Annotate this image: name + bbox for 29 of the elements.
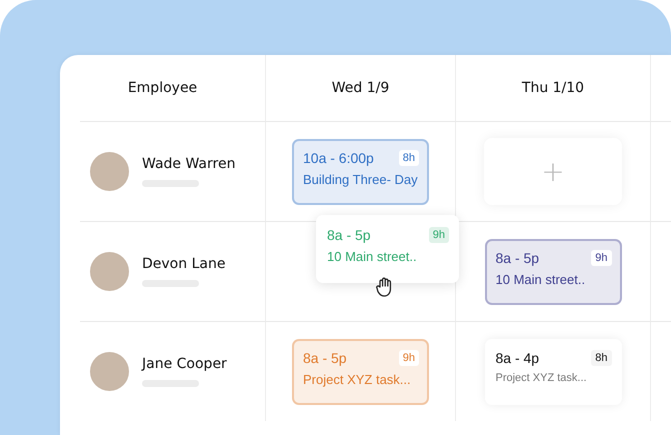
shift-card[interactable]: 8a - 5p 9h 10 Main street.. (484, 238, 622, 304)
shift-card[interactable]: 8a - 5p 9h Project XYZ task... (292, 338, 429, 404)
shift-time: 8a - 5p (327, 227, 371, 243)
employee-name: Devon Lane (142, 256, 226, 272)
shift-time: 8a - 4p (496, 350, 540, 366)
shift-card[interactable]: 10a - 6:00p 8h Building Three- Day (292, 138, 429, 204)
hours-badge: 9h (428, 227, 449, 243)
shift-time: 10a - 6:00p (303, 150, 374, 166)
avatar-photo-placeholder (90, 152, 129, 191)
hours-badge: 9h (398, 350, 419, 366)
avatar-photo-placeholder (90, 252, 129, 291)
shift-card[interactable]: 8a - 4p 8h Project XYZ task... (484, 338, 622, 404)
shift-card[interactable]: 8a - 5p 9h 10 Main street.. (316, 215, 459, 283)
avatar-photo-placeholder (90, 352, 129, 391)
employee-name: Jane Cooper (142, 356, 227, 372)
shift-time: 8a - 5p (303, 350, 347, 366)
hours-badge: 8h (591, 350, 612, 366)
column-header: Wed 1/9 (332, 80, 390, 96)
column-header: Thu 1/10 (522, 80, 584, 96)
shift-location: Project XYZ task... (303, 372, 412, 386)
employee-name: Wade Warren (142, 156, 236, 172)
shift-location: 10 Main street.. (327, 249, 418, 264)
column-header: Employee (128, 80, 198, 96)
shift-location: 10 Main street.. (496, 272, 586, 286)
shift-location: Building Three- Day (303, 172, 419, 186)
hours-badge: 8h (398, 150, 419, 166)
hours-badge: 9h (591, 250, 612, 266)
shift-time: 8a - 5p (496, 250, 540, 266)
shift-location: Project XYZ task... (496, 372, 588, 384)
